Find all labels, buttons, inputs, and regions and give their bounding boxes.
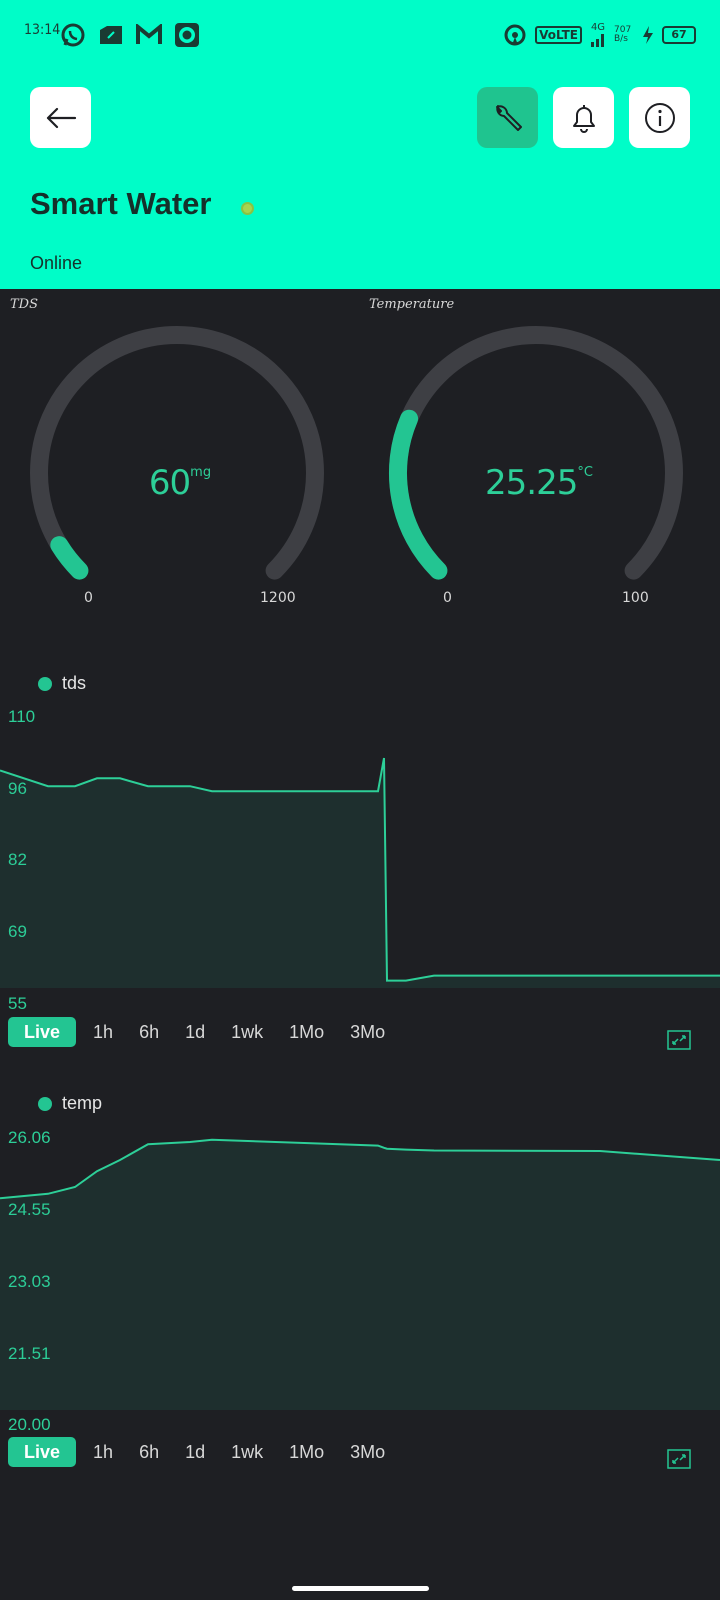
range-tab-6h[interactable]: 6h	[130, 1437, 168, 1467]
range-tab-1d[interactable]: 1d	[176, 1437, 214, 1467]
chart-area	[0, 1139, 720, 1410]
expand-icon[interactable]	[667, 1449, 691, 1469]
range-tab-1mo[interactable]: 1Mo	[280, 1437, 333, 1467]
temp-chart-plot	[0, 1138, 720, 1410]
range-tab-1h[interactable]: 1h	[84, 1437, 122, 1467]
range-tab-3mo[interactable]: 3Mo	[341, 1437, 394, 1467]
temp-range-selector: Live 1h 6h 1d 1wk 1Mo 3Mo	[8, 1437, 402, 1467]
home-indicator[interactable]	[292, 1586, 429, 1591]
range-tab-1wk[interactable]: 1wk	[222, 1437, 272, 1467]
range-tab-live[interactable]: Live	[8, 1437, 77, 1467]
